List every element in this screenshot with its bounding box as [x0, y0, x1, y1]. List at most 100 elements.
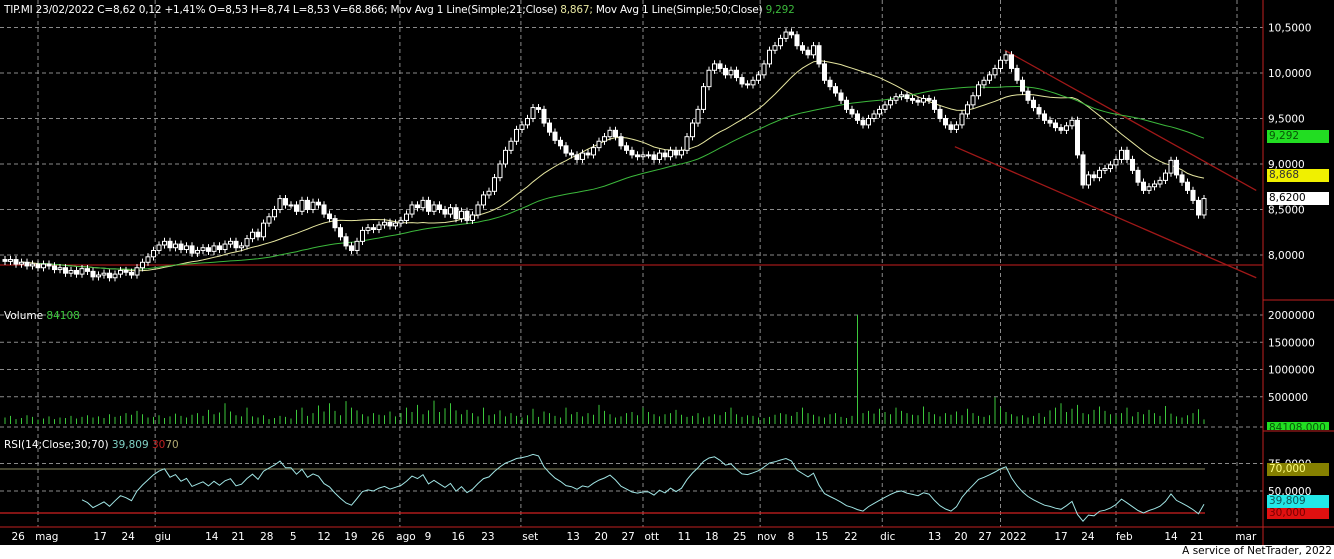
candle-body: [1069, 119, 1075, 127]
candle-body: [426, 199, 431, 212]
date-label: feb: [1116, 531, 1133, 543]
candle-body: [156, 244, 162, 251]
candle-body: [536, 107, 541, 110]
candle-body: [882, 104, 888, 110]
candle-body: [937, 108, 943, 120]
candle-body: [783, 31, 789, 39]
candle-body: [954, 124, 959, 130]
date-label: 24: [122, 531, 136, 543]
candle-body: [585, 152, 591, 156]
date-label: 8: [788, 531, 795, 543]
candle-body: [811, 45, 816, 56]
date-label: ago: [396, 531, 416, 543]
volume-tick-label: 500000: [1268, 392, 1308, 404]
ma50-line: [38, 85, 1205, 270]
candle-body: [30, 263, 35, 267]
candle-body: [228, 240, 233, 245]
candle-body: [866, 118, 871, 126]
candle-body: [90, 270, 96, 278]
ma50-price-box: 9,292: [1267, 130, 1329, 143]
candle-body: [189, 245, 195, 254]
candle-body: [310, 201, 316, 211]
candle-body: [107, 272, 112, 279]
candle-body: [178, 243, 184, 251]
candle-body: [684, 136, 690, 151]
candle-body: [41, 263, 46, 269]
candle-body: [981, 79, 987, 86]
footer: A service of NetTrader, 2022: [0, 545, 1334, 559]
volume-label: Volume: [4, 310, 44, 322]
candle-body: [503, 149, 508, 165]
candle-body: [68, 269, 74, 274]
date-label: ott: [644, 531, 659, 543]
date-label: 25: [733, 531, 746, 543]
candle-body: [277, 198, 283, 211]
candle-body: [79, 268, 85, 275]
candle-body: [877, 108, 882, 115]
candle-body: [85, 268, 90, 272]
candle-body: [162, 240, 167, 246]
candle-body: [387, 221, 393, 227]
candle-body: [459, 210, 464, 220]
candle-body: [195, 249, 200, 254]
date-label: 14: [1164, 531, 1178, 543]
candle-body: [888, 99, 893, 106]
candle-body: [921, 97, 926, 103]
candle-body: [200, 247, 206, 251]
volume-pane-label: Volume 84108: [4, 310, 80, 322]
candle-body: [305, 199, 310, 210]
candle-body: [349, 245, 354, 251]
price-tick-label: 9,5000: [1268, 114, 1305, 126]
candle-body: [833, 86, 838, 94]
candle-body: [618, 136, 624, 147]
price-tick-label: 10,0000: [1268, 68, 1311, 80]
candle-body: [140, 261, 145, 269]
last-price-box: 8,6200: [1267, 192, 1329, 205]
date-label: giu: [155, 531, 171, 543]
candle-body: [844, 99, 849, 110]
candle-body: [475, 204, 481, 216]
price-tick-label: 8,5000: [1268, 205, 1305, 217]
candle-body: [574, 154, 580, 160]
candle-body: [976, 84, 981, 97]
candle-body: [756, 74, 761, 81]
candle-body: [101, 272, 107, 276]
date-label: dic: [880, 531, 896, 543]
candle-body: [448, 207, 453, 215]
candle-body: [112, 273, 118, 279]
quote-summary: TIP.MI 23/02/2022 C=8,62 0,12 +1,41% O=8…: [4, 4, 388, 16]
candle-body: [745, 83, 750, 86]
ma21-legend-label: Mov Avg 1 Line(Simple;21;Close): [390, 4, 558, 16]
candle-body: [415, 204, 420, 209]
volume-tick-label: 1500000: [1268, 337, 1315, 349]
date-label: 17: [93, 531, 106, 543]
date-label: 27: [621, 531, 634, 543]
candle-body: [1086, 174, 1091, 186]
candle-body: [563, 145, 569, 154]
candle-body: [668, 149, 673, 158]
candle-body: [129, 271, 134, 276]
candle-body: [635, 154, 640, 158]
candle-body: [118, 269, 123, 275]
candle-body: [1130, 158, 1135, 171]
candle-body: [134, 267, 140, 276]
candle-body: [530, 107, 536, 120]
candle-body: [1042, 113, 1047, 121]
candle-body: [1135, 169, 1141, 183]
candle-body: [761, 63, 767, 76]
volume-value: 84108: [46, 310, 80, 322]
candle-body: [1047, 119, 1053, 124]
date-label: mar: [1235, 531, 1257, 543]
candle-body: [860, 119, 866, 126]
candle-body: [602, 136, 607, 142]
candle-body: [398, 219, 404, 224]
candle-body: [354, 240, 360, 251]
candle-body: [712, 63, 717, 71]
candle-body: [1058, 127, 1064, 131]
candle-body: [789, 31, 794, 36]
candle-body: [404, 213, 409, 221]
date-label: 13: [928, 531, 941, 543]
candle-body: [701, 86, 706, 110]
candle-body: [1124, 149, 1130, 160]
candle-body: [1009, 54, 1014, 69]
